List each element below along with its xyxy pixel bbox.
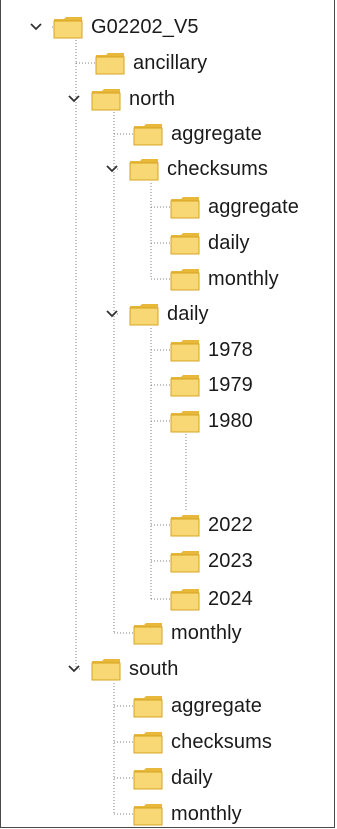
tree-node-label: 1978 <box>208 339 253 361</box>
tree-node-label: 2024 <box>208 588 253 610</box>
folder-icon <box>129 301 159 327</box>
tree-node-north-checksums-monthly[interactable]: monthly <box>170 264 279 294</box>
chevron-down-icon[interactable] <box>29 20 43 34</box>
tree-node-north-daily-1978[interactable]: 1978 <box>170 335 253 365</box>
folder-icon <box>91 86 121 112</box>
chevron-down-icon[interactable] <box>67 662 81 676</box>
folder-icon <box>170 230 200 256</box>
tree-node-south-daily[interactable]: daily <box>133 763 213 793</box>
tree-node-north-aggregate[interactable]: aggregate <box>133 119 262 149</box>
folder-icon <box>170 586 200 612</box>
tree-node-north-daily-2024[interactable]: 2024 <box>170 584 253 614</box>
chevron-down-icon[interactable] <box>105 307 119 321</box>
tree-node-north-checksums-aggregate[interactable]: aggregate <box>170 192 299 222</box>
tree-node-label: checksums <box>167 158 268 180</box>
folder-icon <box>170 372 200 398</box>
tree-node-north-checksums-daily[interactable]: daily <box>170 228 250 258</box>
tree-node-label: daily <box>167 303 209 325</box>
folder-icon <box>95 50 125 76</box>
tree-node-label: north <box>129 88 176 110</box>
tree-node-north-daily-1979[interactable]: 1979 <box>170 370 253 400</box>
tree-node-ancillary[interactable]: ancillary <box>95 48 207 78</box>
tree-node-north[interactable]: north <box>67 84 175 114</box>
tree-node-north-daily-2022[interactable]: 2022 <box>170 510 253 540</box>
tree-node-label: monthly <box>171 622 242 644</box>
tree-node-label: south <box>129 658 179 680</box>
tree-node-south[interactable]: south <box>67 654 178 684</box>
tree-node-label: 1980 <box>208 410 253 432</box>
folder-icon <box>53 14 83 40</box>
tree-node-label: aggregate <box>171 695 262 717</box>
chevron-down-icon[interactable] <box>67 92 81 106</box>
tree-node-label: 2022 <box>208 514 253 536</box>
tree-node-north-monthly[interactable]: monthly <box>133 618 242 648</box>
folder-icon <box>170 337 200 363</box>
tree-node-label: aggregate <box>171 123 262 145</box>
folder-icon <box>170 194 200 220</box>
chevron-down-icon[interactable] <box>105 162 119 176</box>
tree-node-south-monthly[interactable]: monthly <box>133 799 242 829</box>
tree-node-label: monthly <box>171 803 242 825</box>
folder-icon <box>133 620 163 646</box>
tree-node-label: monthly <box>208 268 279 290</box>
tree-node-south-aggregate[interactable]: aggregate <box>133 691 262 721</box>
tree-node-label: 1979 <box>208 374 253 396</box>
tree-node-label: checksums <box>171 731 272 753</box>
tree-node-label: daily <box>171 767 213 789</box>
tree-node-label: daily <box>208 232 250 254</box>
tree-node-north-daily-1980[interactable]: 1980 <box>170 406 253 436</box>
folder-icon <box>170 266 200 292</box>
tree-node-south-checksums[interactable]: checksums <box>133 727 272 757</box>
tree-node-root[interactable]: G02202_V5 <box>29 12 199 42</box>
tree-node-label: G02202_V5 <box>91 16 199 38</box>
tree-node-label: ancillary <box>133 52 208 74</box>
folder-icon <box>91 656 121 682</box>
tree-node-north-checksums[interactable]: checksums <box>105 154 268 184</box>
folder-icon <box>133 729 163 755</box>
folder-icon <box>129 156 159 182</box>
folder-icon <box>170 512 200 538</box>
folder-icon <box>170 408 200 434</box>
folder-icon <box>133 765 163 791</box>
folder-icon <box>133 801 163 827</box>
tree-node-label: aggregate <box>208 196 299 218</box>
folder-icon <box>133 693 163 719</box>
folder-icon <box>170 548 200 574</box>
tree-node-north-daily[interactable]: daily <box>105 299 209 329</box>
folder-icon <box>133 121 163 147</box>
tree-node-label: 2023 <box>208 550 253 572</box>
tree-node-north-daily-2023[interactable]: 2023 <box>170 546 253 576</box>
